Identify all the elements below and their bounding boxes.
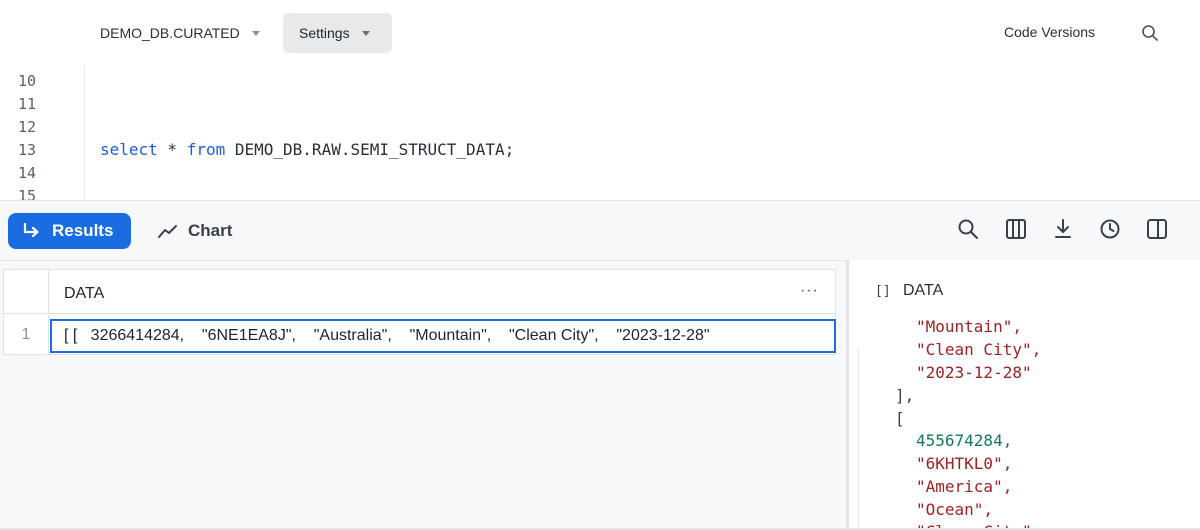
detail-title: DATA [903, 282, 944, 299]
split-pane-icon[interactable] [1146, 218, 1168, 240]
code-text: DEMO_DB.RAW.SEMI_STRUCT_DATA; [225, 140, 515, 159]
history-icon[interactable] [1099, 218, 1121, 240]
line-number: 14 [18, 164, 37, 182]
code-text: * [157, 140, 187, 159]
json-line: "America", [916, 477, 1013, 496]
line-number: 13 [18, 141, 37, 159]
chevron-down-icon [361, 30, 370, 36]
json-line: [ [895, 409, 905, 428]
return-arrow-icon [23, 222, 39, 238]
json-line: "6KHTKL0", [916, 454, 1013, 473]
results-tab-label: Results [52, 221, 114, 240]
json-line: ], [895, 386, 915, 405]
json-line: 455674284, [916, 431, 1013, 450]
sql-keyword: from [186, 140, 226, 159]
table-cell-selected[interactable]: [ [ 3266414284, "6NE1EA8J", "Australia",… [50, 319, 836, 353]
tab-results[interactable]: Results [8, 213, 131, 249]
line-chart-icon [158, 225, 177, 238]
row-index-header [4, 270, 49, 314]
columns-icon[interactable] [1005, 218, 1027, 240]
code-versions-button[interactable]: Code Versions [1004, 24, 1095, 40]
array-type-icon: [] [875, 284, 891, 299]
code-line[interactable]: select * from DEMO_DB.RAW.SEMI_STRUCT_DA… [100, 140, 514, 159]
json-line: "2023-12-28" [916, 363, 1032, 382]
column-header-label: DATA [64, 285, 105, 302]
search-icon[interactable] [1141, 24, 1159, 42]
results-grid: DATA ··· 1 [ [ 3266414284, "6NE1EA8J", "… [3, 269, 836, 355]
tab-chart[interactable]: Chart [158, 213, 232, 249]
indent-guide [858, 348, 859, 530]
cell-detail-pane: [] DATA "Mountain", "Clean City", "2023-… [849, 260, 1200, 530]
line-number: 10 [18, 72, 37, 90]
gutter-divider [84, 66, 85, 200]
chart-tab-label: Chart [188, 221, 233, 240]
line-number: 11 [18, 95, 37, 113]
line-number: 15 [18, 187, 37, 200]
database-label: DEMO_DB.CURATED [100, 25, 240, 41]
sql-keyword: select [100, 140, 158, 159]
results-grid-pane: DATA ··· 1 [ [ 3266414284, "6NE1EA8J", "… [0, 260, 846, 530]
column-header-data[interactable]: DATA ··· [49, 270, 835, 314]
sql-editor[interactable]: 10 11 12 13 14 15 select * from DEMO_DB.… [0, 66, 1200, 200]
row-index: 1 [4, 315, 49, 355]
settings-button[interactable]: Settings [283, 13, 392, 53]
database-selector[interactable]: DEMO_DB.CURATED [100, 22, 260, 44]
settings-label: Settings [299, 25, 350, 41]
search-icon[interactable] [957, 218, 979, 240]
download-icon[interactable] [1052, 218, 1074, 240]
line-number: 12 [18, 118, 37, 136]
json-line: "Mountain", [916, 317, 1022, 336]
column-menu-button[interactable]: ··· [800, 282, 819, 300]
json-line: "Ocean", [916, 500, 994, 519]
top-bar: DEMO_DB.CURATED Settings Code Versions [0, 0, 1200, 66]
json-line: "Clean City", [916, 340, 1042, 359]
chevron-down-icon [251, 30, 260, 36]
